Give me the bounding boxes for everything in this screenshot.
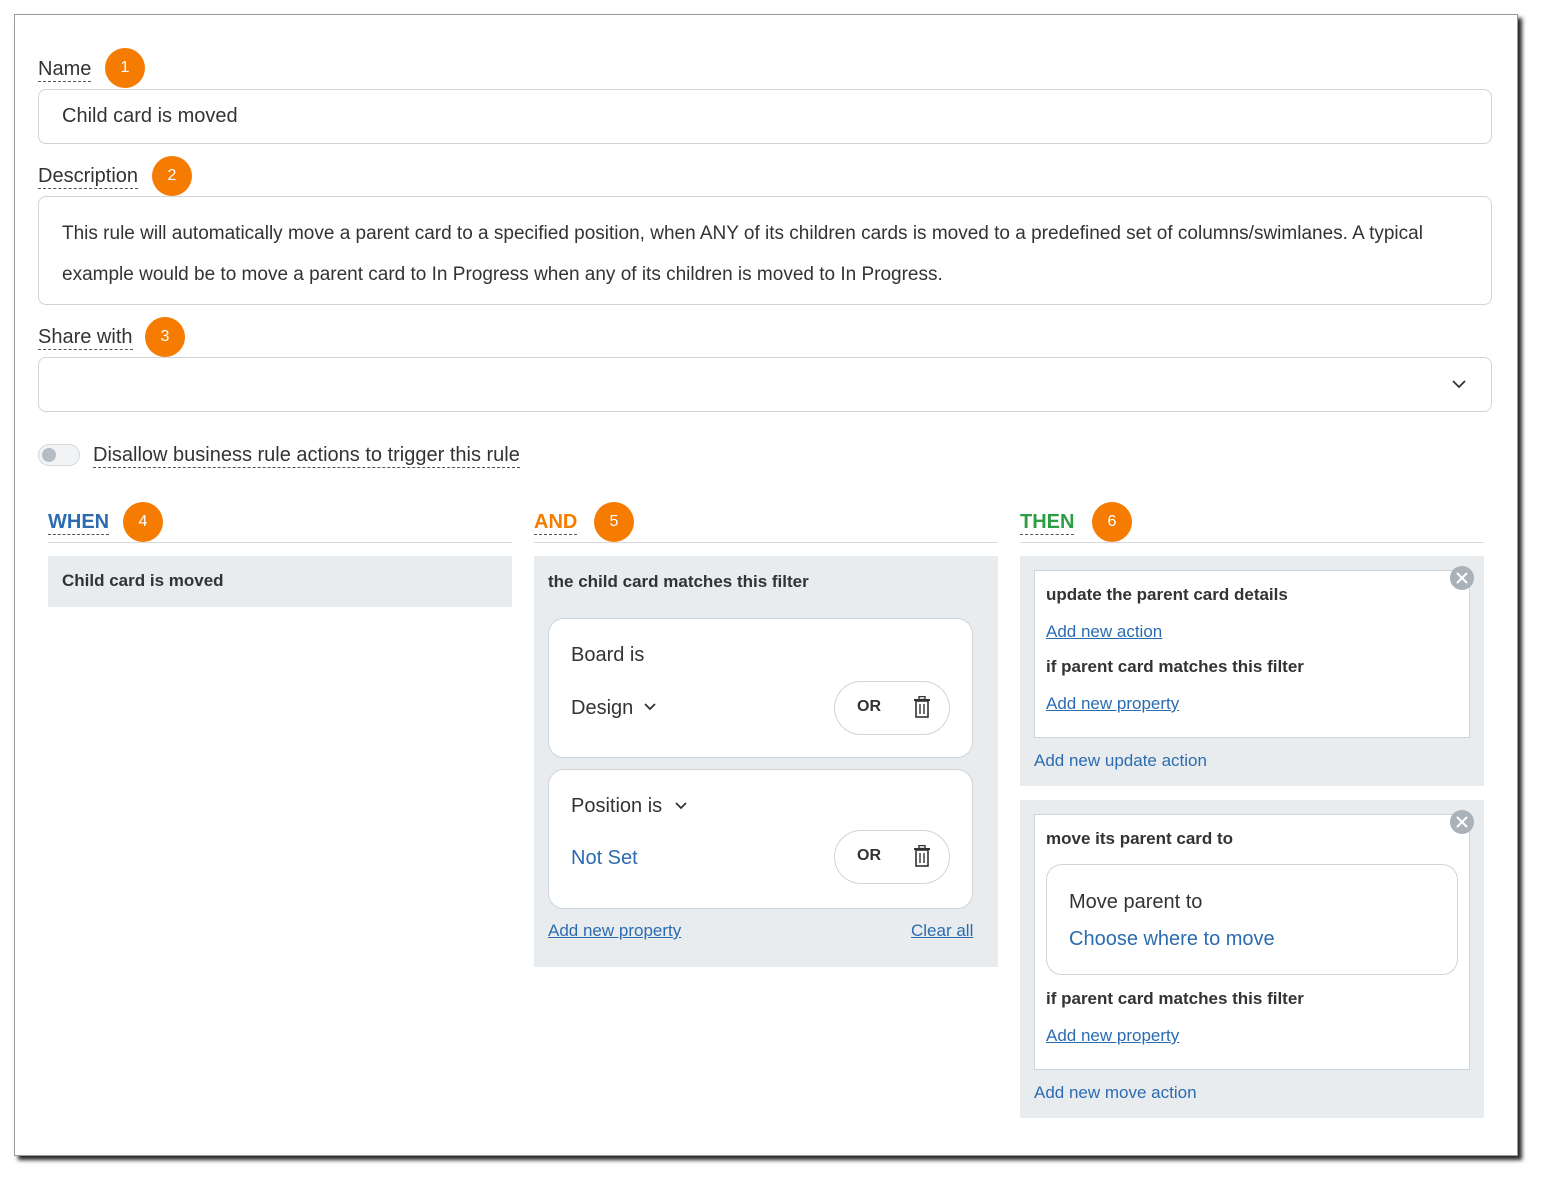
and-filter-title: the child card matches this filter	[548, 572, 809, 591]
position-condition-actions: OR	[834, 830, 950, 884]
description-value: This rule will automatically move a pare…	[62, 223, 1423, 285]
remove-move-action-button[interactable]	[1450, 810, 1474, 834]
move-add-property-link[interactable]: Add new property	[1046, 1026, 1179, 1046]
step-badge-1: 1	[105, 48, 145, 88]
share-with-select[interactable]	[38, 357, 1492, 412]
move-parent-card: Move parent to Choose where to move	[1046, 864, 1458, 975]
and-add-property-link[interactable]: Add new property	[548, 921, 681, 941]
when-divider	[48, 542, 512, 543]
board-value-dropdown[interactable]: Design	[571, 697, 633, 720]
position-value-link[interactable]: Not Set	[571, 847, 638, 870]
trash-icon[interactable]	[913, 696, 931, 718]
add-new-action-link[interactable]: Add new action	[1046, 622, 1162, 642]
description-textarea[interactable]: This rule will automatically move a pare…	[38, 196, 1492, 305]
step-badge-3: 3	[145, 317, 185, 357]
toggle-knob	[42, 448, 56, 462]
name-label: Name	[38, 58, 92, 82]
board-condition-label: Board is	[571, 644, 645, 666]
disallow-trigger-toggle[interactable]	[38, 444, 80, 466]
when-trigger-text: Child card is moved	[62, 571, 224, 590]
step-badge-5: 5	[594, 502, 634, 542]
rule-editor: Name 1 Child card is moved Description 2…	[14, 14, 1518, 1156]
close-icon	[1456, 816, 1468, 828]
move-action-title: move its parent card to	[1046, 829, 1234, 848]
chevron-down-icon[interactable]	[674, 801, 688, 811]
move-action-panel: move its parent card to Move parent to C…	[1020, 800, 1484, 1118]
position-condition-card: Position is Not Set OR	[548, 769, 973, 909]
step-badge-6: 6	[1092, 502, 1132, 542]
and-divider	[534, 542, 998, 543]
add-update-action-link[interactable]: Add new update action	[1034, 751, 1207, 771]
name-input-value: Child card is moved	[62, 105, 238, 127]
then-divider	[1020, 542, 1484, 543]
move-filter-title: if parent card matches this filter	[1046, 989, 1304, 1008]
update-action-panel: update the parent card details Add new a…	[1020, 556, 1484, 786]
board-condition-card: Board is Design OR	[548, 618, 973, 758]
position-condition-dropdown[interactable]: Position is	[571, 795, 662, 818]
chevron-down-icon	[1452, 380, 1466, 389]
clear-all-link[interactable]: Clear all	[911, 921, 973, 941]
close-icon	[1456, 572, 1468, 584]
step-badge-2: 2	[152, 156, 192, 196]
name-input[interactable]: Child card is moved	[38, 89, 1492, 144]
add-move-action-link[interactable]: Add new move action	[1034, 1083, 1197, 1103]
when-heading: WHEN	[48, 511, 110, 535]
update-filter-title: if parent card matches this filter	[1046, 657, 1304, 676]
choose-where-to-move-link[interactable]: Choose where to move	[1069, 928, 1275, 951]
remove-update-action-button[interactable]	[1450, 566, 1474, 590]
when-trigger-panel[interactable]: Child card is moved	[48, 556, 512, 607]
and-filter-panel: the child card matches this filter Board…	[534, 556, 998, 967]
trash-icon[interactable]	[913, 845, 931, 867]
chevron-down-icon[interactable]	[643, 702, 657, 712]
step-badge-4: 4	[123, 502, 163, 542]
update-action-card: update the parent card details Add new a…	[1034, 570, 1470, 738]
update-add-property-link[interactable]: Add new property	[1046, 694, 1179, 714]
board-or-button[interactable]: OR	[857, 698, 881, 716]
then-heading: THEN	[1020, 511, 1075, 535]
position-or-button[interactable]: OR	[857, 847, 881, 865]
board-condition-actions: OR	[834, 681, 950, 735]
move-action-card: move its parent card to Move parent to C…	[1034, 814, 1470, 1070]
description-label: Description	[38, 165, 139, 189]
share-with-label: Share with	[38, 326, 133, 350]
update-action-title: update the parent card details	[1046, 585, 1288, 604]
disallow-trigger-label: Disallow business rule actions to trigge…	[93, 444, 520, 468]
move-parent-label: Move parent to	[1069, 891, 1203, 913]
and-heading: AND	[534, 511, 578, 535]
